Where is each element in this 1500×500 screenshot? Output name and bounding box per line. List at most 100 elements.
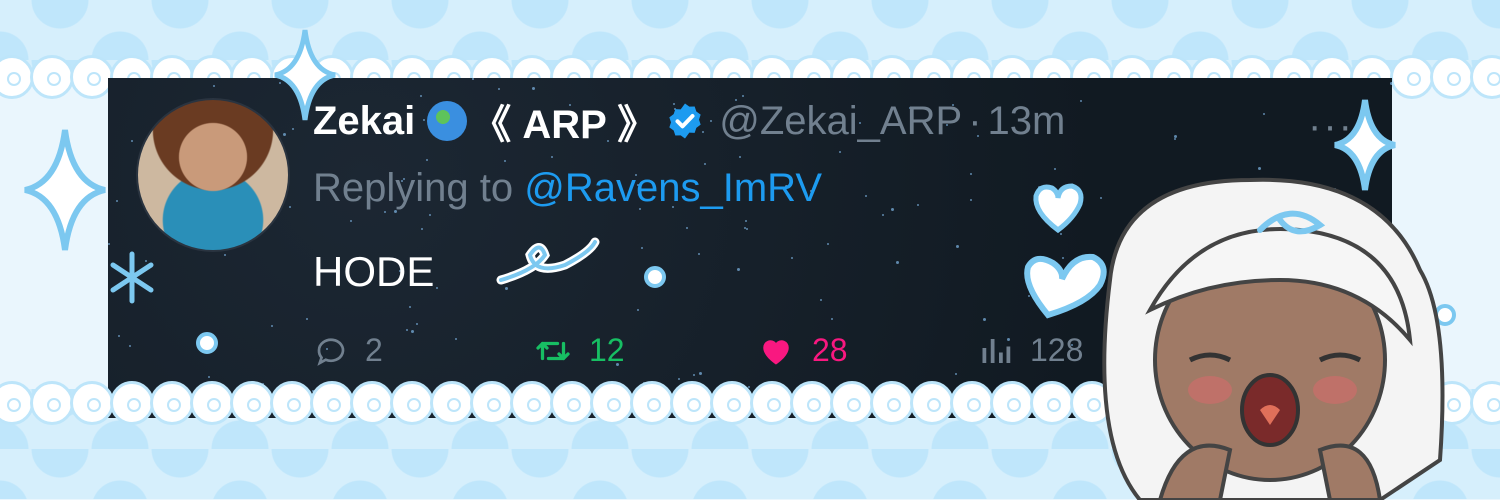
lace-scallop (70, 381, 114, 425)
heart-doodle-icon (1033, 183, 1084, 234)
star (350, 220, 352, 222)
star (686, 227, 688, 229)
lace-scallop (790, 381, 834, 425)
star (791, 257, 793, 259)
star (283, 133, 286, 136)
star (532, 87, 535, 90)
star (1390, 82, 1392, 85)
star (1263, 113, 1265, 115)
lace-scallop (310, 381, 354, 425)
star (224, 254, 226, 256)
lace-scallop (190, 381, 234, 425)
lace-scallop (230, 381, 274, 425)
star (129, 345, 131, 347)
tweet-actions: 2 12 28 128 (313, 332, 1113, 378)
replying-to: Replying to @Ravens_ImRV (313, 166, 822, 211)
star (116, 200, 118, 202)
lace-scallop (30, 55, 74, 99)
avatar[interactable] (136, 98, 290, 252)
star (739, 156, 741, 158)
reply-button[interactable]: 2 (313, 332, 383, 369)
name-suffix[interactable]: 《 ARP 》 (471, 92, 657, 150)
lace-scallop (870, 381, 914, 425)
star (1054, 168, 1056, 170)
star (426, 159, 428, 161)
star (839, 151, 841, 153)
user-handle[interactable]: @Zekai_ARP (719, 99, 962, 144)
star (970, 199, 972, 201)
replying-to-label: Replying to (313, 166, 514, 210)
star (1080, 100, 1082, 102)
sparkle-icon (24, 129, 106, 251)
lace-scallop (550, 381, 594, 425)
star (289, 206, 291, 208)
star (118, 335, 120, 337)
reply-count: 2 (365, 332, 383, 368)
lace-scallop (950, 381, 994, 425)
lace-scallop (390, 381, 434, 425)
star (213, 85, 215, 87)
star (970, 173, 972, 175)
star (637, 309, 639, 311)
chibi-character-illustration (1102, 177, 1445, 500)
lace-scallop (630, 381, 674, 425)
heart-icon (763, 339, 789, 364)
lace-scallop (30, 381, 74, 425)
lace-scallop (670, 381, 714, 425)
star (820, 299, 822, 301)
star (292, 128, 294, 130)
star (406, 329, 408, 331)
star (956, 245, 959, 248)
lace-scallop (270, 381, 314, 425)
separator-dot: · (968, 98, 982, 143)
lace-scallop (910, 381, 954, 425)
swirl-icon (496, 237, 600, 285)
star (306, 318, 308, 320)
star (421, 228, 423, 230)
star (551, 156, 553, 158)
dot-doodle-icon (196, 332, 218, 354)
lace-scallop (110, 381, 154, 425)
views-icon (982, 338, 1011, 363)
lace-scallop (1470, 55, 1500, 99)
star (131, 140, 133, 142)
lace-scallop (1430, 55, 1474, 99)
lace-scallop (430, 381, 474, 425)
retweet-count: 12 (589, 332, 625, 368)
verified-badge-icon (669, 103, 701, 139)
lace-scallop (710, 381, 754, 425)
like-button[interactable]: 28 (756, 332, 848, 369)
star (917, 204, 919, 206)
star (737, 268, 740, 271)
star (678, 378, 680, 380)
lace-scallop (350, 381, 394, 425)
lace-scallop (750, 381, 794, 425)
views-button[interactable]: 128 (978, 332, 1083, 369)
lace-scallop (1390, 55, 1434, 99)
star (704, 163, 706, 165)
star (831, 318, 833, 320)
star (504, 160, 506, 162)
tweet-text: HODE (313, 248, 435, 295)
lace-scallop (990, 381, 1034, 425)
star (436, 287, 438, 289)
star (416, 323, 418, 325)
timestamp[interactable]: 13m (988, 99, 1066, 144)
globe-icon (427, 101, 468, 141)
views-count: 128 (1030, 332, 1084, 368)
reply-icon (317, 337, 345, 366)
star (983, 318, 986, 321)
star (384, 211, 386, 213)
lace-scallop (150, 381, 194, 425)
lace-scallop (510, 381, 554, 425)
star (271, 325, 273, 327)
star (891, 208, 894, 211)
like-count: 28 (812, 332, 848, 368)
star (409, 306, 411, 308)
replying-to-handle[interactable]: @Ravens_ImRV (524, 166, 822, 210)
sparkle-icon (274, 29, 336, 121)
retweet-button[interactable]: 12 (533, 332, 625, 369)
lace-scallop (1030, 381, 1074, 425)
lace-scallop (830, 381, 874, 425)
star (882, 214, 884, 216)
